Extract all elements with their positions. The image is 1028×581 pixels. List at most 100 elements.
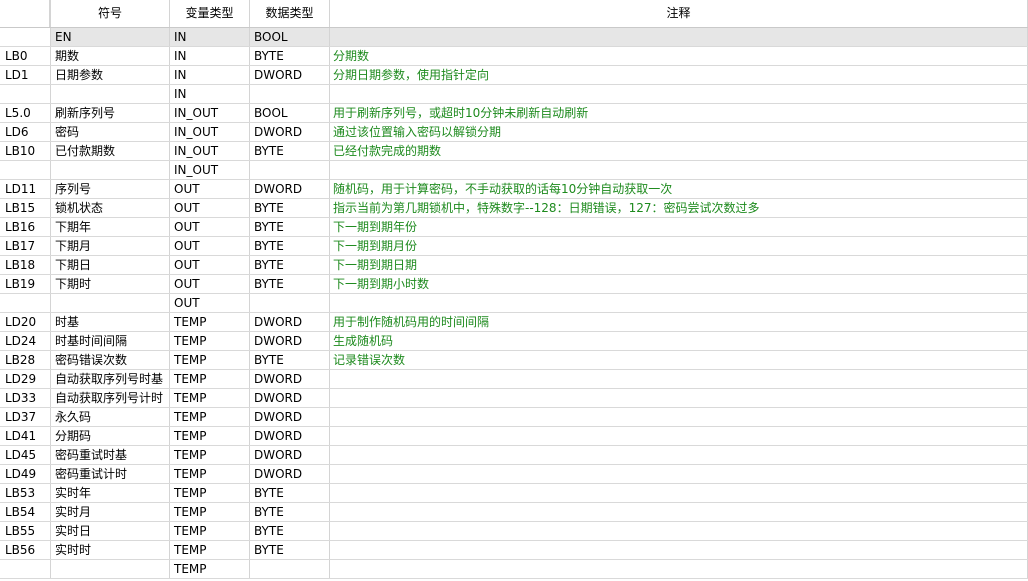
header-var-type[interactable]: 变量类型: [170, 0, 250, 27]
data-type-cell[interactable]: BYTE: [250, 541, 330, 559]
comment-cell[interactable]: [330, 503, 1028, 521]
comment-cell[interactable]: [330, 389, 1028, 407]
header-symbol[interactable]: 符号: [50, 0, 170, 27]
table-row[interactable]: LD33 自动获取序列号计时 TEMP DWORD: [0, 389, 1028, 408]
symbol-cell[interactable]: 下期时: [50, 275, 170, 293]
comment-cell[interactable]: [330, 85, 1028, 103]
comment-cell[interactable]: [330, 161, 1028, 179]
comment-cell[interactable]: 记录错误次数: [330, 351, 1028, 369]
symbol-cell[interactable]: [50, 161, 170, 179]
data-type-cell[interactable]: DWORD: [250, 446, 330, 464]
table-row[interactable]: LB10 已付款期数 IN_OUT BYTE 已经付款完成的期数: [0, 142, 1028, 161]
var-type-cell[interactable]: OUT: [170, 237, 250, 255]
symbol-cell[interactable]: [50, 85, 170, 103]
data-type-cell[interactable]: BYTE: [250, 256, 330, 274]
data-type-cell[interactable]: [250, 161, 330, 179]
table-row[interactable]: LD24 时基时间间隔 TEMP DWORD 生成随机码: [0, 332, 1028, 351]
symbol-cell[interactable]: [50, 294, 170, 312]
comment-cell[interactable]: 指示当前为第几期锁机中，特殊数字--128：日期错误，127：密码尝试次数过多: [330, 199, 1028, 217]
var-type-cell[interactable]: TEMP: [170, 522, 250, 540]
comment-cell[interactable]: [330, 446, 1028, 464]
table-row[interactable]: EN IN BOOL: [0, 28, 1028, 47]
table-row[interactable]: LB28 密码错误次数 TEMP BYTE 记录错误次数: [0, 351, 1028, 370]
var-type-cell[interactable]: TEMP: [170, 408, 250, 426]
comment-cell[interactable]: [330, 28, 1028, 46]
comment-cell[interactable]: [330, 370, 1028, 388]
var-type-cell[interactable]: TEMP: [170, 503, 250, 521]
data-type-cell[interactable]: DWORD: [250, 313, 330, 331]
table-row[interactable]: LB54 实时月 TEMP BYTE: [0, 503, 1028, 522]
var-type-cell[interactable]: OUT: [170, 218, 250, 236]
var-type-cell[interactable]: OUT: [170, 294, 250, 312]
table-row[interactable]: LD49 密码重试计时 TEMP DWORD: [0, 465, 1028, 484]
var-type-cell[interactable]: TEMP: [170, 313, 250, 331]
data-type-cell[interactable]: DWORD: [250, 66, 330, 84]
var-type-cell[interactable]: IN: [170, 28, 250, 46]
table-row[interactable]: LB19 下期时 OUT BYTE 下一期到期小时数: [0, 275, 1028, 294]
table-row[interactable]: LD45 密码重试时基 TEMP DWORD: [0, 446, 1028, 465]
table-row[interactable]: LB53 实时年 TEMP BYTE: [0, 484, 1028, 503]
comment-cell[interactable]: 通过该位置输入密码以解锁分期: [330, 123, 1028, 141]
comment-cell[interactable]: [330, 408, 1028, 426]
symbol-cell[interactable]: 永久码: [50, 408, 170, 426]
comment-cell[interactable]: 下一期到期日期: [330, 256, 1028, 274]
symbol-cell[interactable]: 实时日: [50, 522, 170, 540]
table-row[interactable]: LB0 期数 IN BYTE 分期数: [0, 47, 1028, 66]
comment-cell[interactable]: 用于制作随机码用的时间间隔: [330, 313, 1028, 331]
comment-cell[interactable]: 生成随机码: [330, 332, 1028, 350]
var-type-cell[interactable]: OUT: [170, 275, 250, 293]
symbol-cell[interactable]: 日期参数: [50, 66, 170, 84]
table-row[interactable]: LD29 自动获取序列号时基 TEMP DWORD: [0, 370, 1028, 389]
table-row[interactable]: TEMP: [0, 560, 1028, 579]
var-type-cell[interactable]: IN_OUT: [170, 104, 250, 122]
symbol-cell[interactable]: 密码错误次数: [50, 351, 170, 369]
symbol-cell[interactable]: 下期日: [50, 256, 170, 274]
data-type-cell[interactable]: DWORD: [250, 389, 330, 407]
symbol-cell[interactable]: 时基: [50, 313, 170, 331]
data-type-cell[interactable]: [250, 85, 330, 103]
var-type-cell[interactable]: TEMP: [170, 465, 250, 483]
var-type-cell[interactable]: TEMP: [170, 427, 250, 445]
data-type-cell[interactable]: BOOL: [250, 28, 330, 46]
var-type-cell[interactable]: TEMP: [170, 370, 250, 388]
data-type-cell[interactable]: BYTE: [250, 218, 330, 236]
data-type-cell[interactable]: BYTE: [250, 351, 330, 369]
comment-cell[interactable]: [330, 484, 1028, 502]
data-type-cell[interactable]: BOOL: [250, 104, 330, 122]
comment-cell[interactable]: 下一期到期月份: [330, 237, 1028, 255]
var-type-cell[interactable]: OUT: [170, 180, 250, 198]
table-row[interactable]: LB17 下期月 OUT BYTE 下一期到期月份: [0, 237, 1028, 256]
symbol-cell[interactable]: 下期月: [50, 237, 170, 255]
symbol-cell[interactable]: 自动获取序列号计时: [50, 389, 170, 407]
var-type-cell[interactable]: IN: [170, 66, 250, 84]
comment-cell[interactable]: 分期数: [330, 47, 1028, 65]
data-type-cell[interactable]: DWORD: [250, 123, 330, 141]
comment-cell[interactable]: 下一期到期小时数: [330, 275, 1028, 293]
var-type-cell[interactable]: TEMP: [170, 332, 250, 350]
symbol-cell[interactable]: 密码重试时基: [50, 446, 170, 464]
data-type-cell[interactable]: DWORD: [250, 465, 330, 483]
data-type-cell[interactable]: DWORD: [250, 427, 330, 445]
table-row[interactable]: LD41 分期码 TEMP DWORD: [0, 427, 1028, 446]
symbol-cell[interactable]: 密码: [50, 123, 170, 141]
symbol-cell[interactable]: [50, 560, 170, 578]
table-row[interactable]: LB56 实时时 TEMP BYTE: [0, 541, 1028, 560]
data-type-cell[interactable]: [250, 294, 330, 312]
var-type-cell[interactable]: IN: [170, 47, 250, 65]
symbol-cell[interactable]: 时基时间间隔: [50, 332, 170, 350]
comment-cell[interactable]: 下一期到期年份: [330, 218, 1028, 236]
var-type-cell[interactable]: TEMP: [170, 389, 250, 407]
table-row[interactable]: LB16 下期年 OUT BYTE 下一期到期年份: [0, 218, 1028, 237]
data-type-cell[interactable]: BYTE: [250, 484, 330, 502]
comment-cell[interactable]: [330, 465, 1028, 483]
symbol-cell[interactable]: 密码重试计时: [50, 465, 170, 483]
data-type-cell[interactable]: BYTE: [250, 503, 330, 521]
table-row[interactable]: LD11 序列号 OUT DWORD 随机码，用于计算密码，不手动获取的话每10分钟自动…: [0, 180, 1028, 199]
var-type-cell[interactable]: TEMP: [170, 484, 250, 502]
table-row[interactable]: LB18 下期日 OUT BYTE 下一期到期日期: [0, 256, 1028, 275]
data-type-cell[interactable]: BYTE: [250, 522, 330, 540]
table-row[interactable]: LB15 锁机状态 OUT BYTE 指示当前为第几期锁机中，特殊数字--128：日期错…: [0, 199, 1028, 218]
comment-cell[interactable]: [330, 427, 1028, 445]
comment-cell[interactable]: 随机码，用于计算密码，不手动获取的话每10分钟自动获取一次: [330, 180, 1028, 198]
symbol-cell[interactable]: 分期码: [50, 427, 170, 445]
